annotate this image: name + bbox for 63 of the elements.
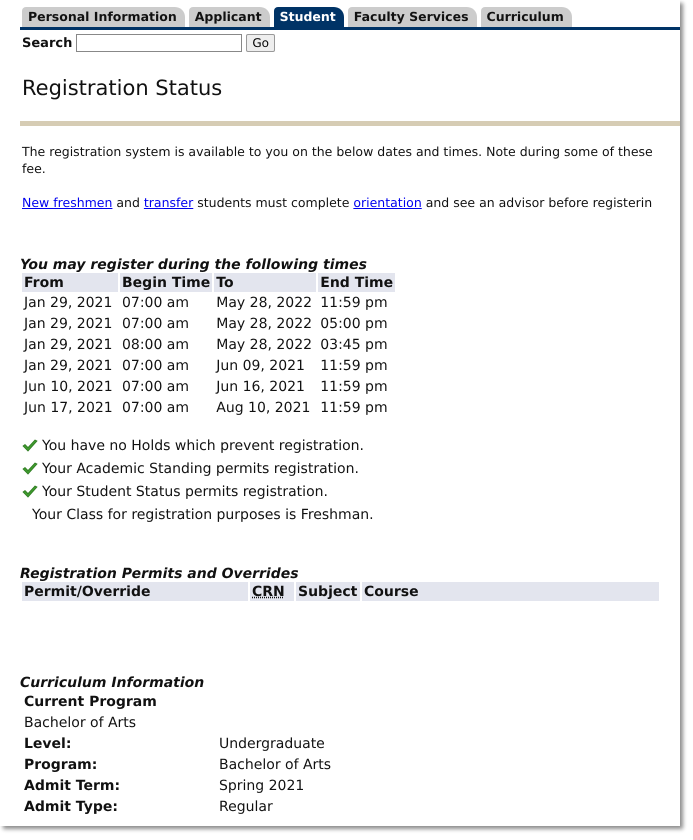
- table-cell-text: May 28, 2022: [215, 314, 314, 334]
- status-text: Your Student Status permits registration.: [42, 484, 328, 500]
- table-cell-text: 07:00 am: [121, 294, 190, 312]
- field-label: Program:: [23, 756, 98, 774]
- field-value: Regular: [218, 798, 274, 816]
- text-link[interactable]: New freshmen: [22, 195, 112, 210]
- table-cell-text: 05:00 pm: [319, 314, 389, 334]
- table-cell-text: Jun 17, 2021: [22, 398, 114, 418]
- field-value: Spring 2021: [218, 776, 306, 796]
- field-value: Bachelor of Arts: [218, 756, 332, 774]
- column-header: End Time: [318, 273, 396, 292]
- column-header: CRN: [250, 582, 294, 601]
- table-cell-text: Jan 29, 2021: [22, 314, 114, 334]
- intro-text: The registration system is available to you on the below dates and times. Note during some of these fee.: [22, 143, 654, 177]
- table-cell-text: Jan 29, 2021: [22, 356, 114, 376]
- table-cell-text: 08:00 am: [121, 336, 190, 354]
- search-field[interactable]: [76, 34, 242, 52]
- nav-tab[interactable]: Personal Information: [22, 7, 185, 27]
- field-label: Admit Term:: [23, 776, 122, 796]
- field-label: Level:: [23, 734, 72, 754]
- table-cell-text: 11:59 pm: [319, 356, 389, 376]
- table-cell-text: 11:59 pm: [319, 294, 389, 312]
- nav-tab[interactable]: Faculty Services: [348, 7, 477, 27]
- status-text: Your Academic Standing permits registration.: [42, 460, 359, 476]
- program-heading: Current Program: [23, 692, 158, 712]
- table-cell-text: Aug 10, 2021: [215, 398, 312, 418]
- go-button[interactable]: Go: [246, 34, 275, 52]
- column-header: To: [214, 273, 316, 292]
- status-text: Your Class for registration purposes is Freshman.: [32, 506, 374, 522]
- nav-tab[interactable]: Curriculum: [480, 7, 572, 27]
- table-cell-text: May 28, 2022: [215, 336, 314, 354]
- table-cell-text: 11:59 pm: [319, 398, 389, 418]
- section-caption: Registration Permits and Overrides: [20, 566, 300, 582]
- table-cell-text: Jun 16, 2021: [214, 378, 306, 396]
- search-label: Search: [22, 36, 72, 50]
- table-cell-text: 11:59 pm: [319, 378, 389, 396]
- text-link[interactable]: transfer: [144, 195, 194, 210]
- section-caption: Curriculum Information: [20, 675, 206, 691]
- page-title: Registration Status: [22, 76, 224, 100]
- table-cell-text: Jan 29, 2021: [22, 336, 114, 354]
- table-cell-text: May 28, 2022: [215, 294, 314, 312]
- column-header: Begin Time: [120, 273, 212, 292]
- table-cell-text: 03:45 pm: [319, 336, 389, 354]
- program-name: Bachelor of Arts: [23, 714, 138, 732]
- column-header: Permit/Override: [22, 582, 248, 601]
- table-cell-text: 07:00 am: [121, 314, 190, 334]
- column-header: From: [22, 273, 118, 292]
- status-text: You have no Holds which prevent registration.: [42, 438, 364, 454]
- column-header: Subject: [296, 582, 360, 601]
- table-cell-text: Jun 09, 2021: [214, 356, 306, 376]
- table-cell-text: Jan 29, 2021: [22, 294, 114, 312]
- nav-tab[interactable]: Applicant: [188, 7, 270, 27]
- table-cell-text: 07:00 am: [121, 398, 190, 418]
- table-cell-text: 07:00 am: [121, 356, 190, 376]
- nav-tab[interactable]: Student: [274, 7, 344, 27]
- field-label: Admit Type:: [23, 798, 119, 816]
- column-header: Course: [362, 582, 659, 601]
- field-value: Undergraduate: [218, 734, 326, 754]
- table-cell-text: 07:00 am: [121, 378, 190, 396]
- section-caption: You may register during the following times: [20, 257, 368, 273]
- text-link[interactable]: orientation: [353, 195, 422, 210]
- notice-text: New freshmen and transfer students must complete orientation and see an advisor before registerin: [22, 194, 654, 211]
- table-cell-text: Jun 10, 2021: [22, 378, 114, 396]
